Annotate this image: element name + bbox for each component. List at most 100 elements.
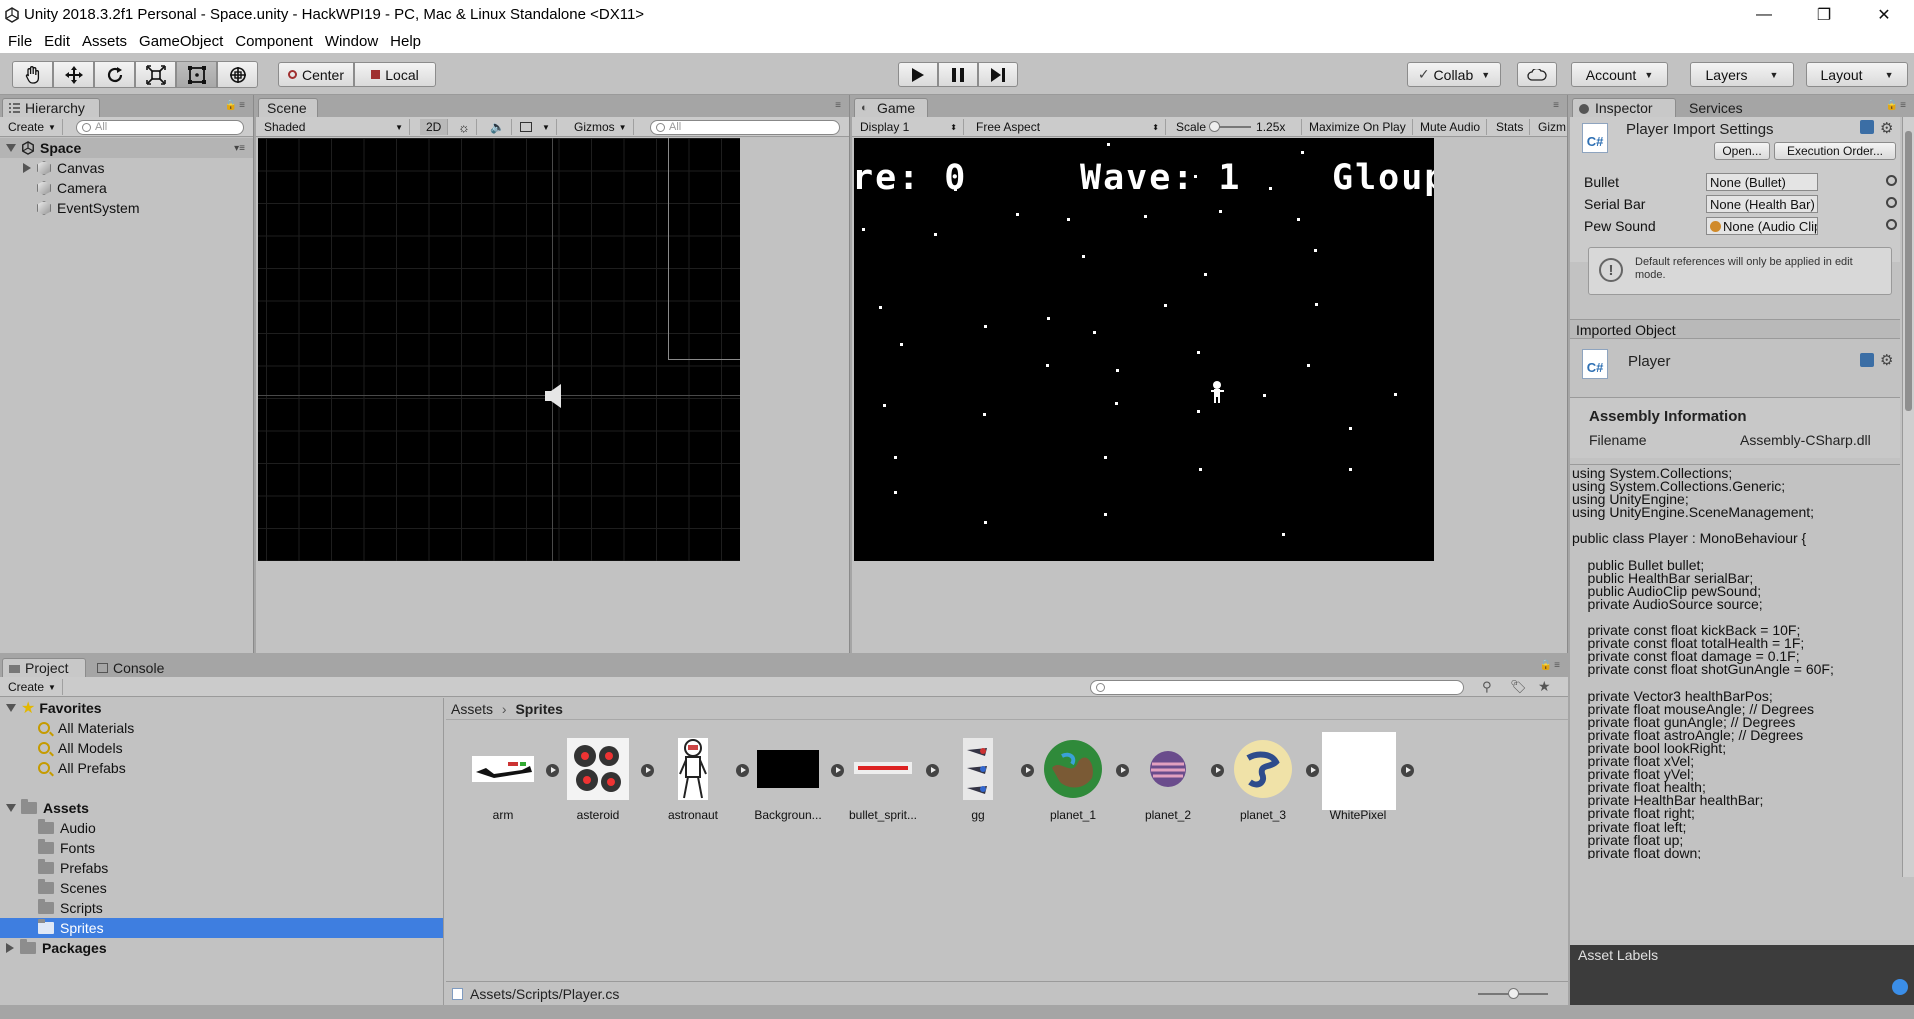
expand-sprite-icon[interactable]: [736, 764, 749, 777]
panel-menu-icon[interactable]: ≡: [835, 100, 843, 111]
scale-tool-button[interactable]: [135, 61, 176, 88]
expand-sprite-icon[interactable]: [1021, 764, 1034, 777]
close-button[interactable]: ✕: [1854, 0, 1914, 29]
breadcrumb-sprites[interactable]: Sprites: [515, 701, 562, 717]
tab-hierarchy[interactable]: Hierarchy: [2, 98, 100, 117]
tab-console[interactable]: Console: [90, 658, 180, 677]
transform-tool-button[interactable]: [217, 61, 258, 88]
gizmos-dropdown[interactable]: Gizmos ▼: [568, 119, 634, 135]
menu-gameobject[interactable]: GameObject: [135, 33, 231, 50]
expand-sprite-icon[interactable]: [1401, 764, 1414, 777]
pew-sound-object-field[interactable]: None (Audio Clip): [1706, 217, 1818, 235]
step-button[interactable]: [978, 62, 1018, 87]
object-picker-icon[interactable]: [1886, 219, 1897, 230]
rotate-tool-button[interactable]: [94, 61, 135, 88]
pause-button[interactable]: [938, 62, 978, 87]
account-dropdown[interactable]: Account ▼: [1571, 62, 1668, 87]
2d-toggle[interactable]: 2D: [420, 119, 449, 135]
object-picker-icon[interactable]: [1886, 175, 1897, 186]
menu-help[interactable]: Help: [386, 33, 429, 50]
hierarchy-search-input[interactable]: All: [76, 120, 244, 135]
favorites-star-icon[interactable]: ★: [1538, 678, 1551, 695]
gear-icon[interactable]: ⚙: [1880, 119, 1893, 137]
help-book-icon[interactable]: [1860, 120, 1874, 134]
folder-scripts[interactable]: Scripts: [0, 898, 443, 918]
shading-mode-dropdown[interactable]: Shaded ▼: [258, 119, 410, 135]
tab-services[interactable]: Services: [1680, 98, 1760, 117]
expand-sprite-icon[interactable]: [1211, 764, 1224, 777]
pivot-local-button[interactable]: Local: [354, 62, 436, 87]
scene-search-input[interactable]: All: [650, 120, 840, 135]
scene-options-icon[interactable]: ▾≡: [234, 143, 245, 154]
layers-dropdown[interactable]: Layers ▼: [1690, 62, 1794, 87]
scale-slider-thumb[interactable]: [1209, 121, 1221, 132]
expand-sprite-icon[interactable]: [546, 764, 559, 777]
tab-project[interactable]: Project: [2, 658, 86, 677]
tab-scene[interactable]: Scene: [258, 98, 318, 117]
bullet-object-field[interactable]: None (Bullet): [1706, 173, 1818, 191]
scene-viewport[interactable]: [258, 138, 740, 561]
folder-fonts[interactable]: Fonts: [0, 838, 443, 858]
assets-root-row[interactable]: Assets: [0, 798, 443, 818]
display-dropdown[interactable]: Display 1 ⬍: [854, 119, 964, 135]
menu-component[interactable]: Component: [231, 33, 321, 50]
favorite-all-models[interactable]: All Models: [0, 738, 443, 758]
scale-slider-track[interactable]: [1209, 121, 1252, 132]
tab-game[interactable]: ◐ Game: [854, 98, 928, 117]
expand-sprite-icon[interactable]: [926, 764, 939, 777]
serial-bar-object-field[interactable]: None (Health Bar): [1706, 195, 1818, 213]
icon-size-slider-thumb[interactable]: [1508, 988, 1519, 999]
pivot-center-button[interactable]: Center: [278, 62, 354, 87]
audio-source-gizmo-icon[interactable]: [542, 382, 566, 410]
mute-audio-toggle[interactable]: Mute Audio: [1414, 119, 1488, 135]
menu-assets[interactable]: Assets: [78, 33, 135, 50]
game-viewport[interactable]: re: 0 Wave: 1 Gloups Left: [854, 138, 1434, 561]
play-button[interactable]: [898, 62, 938, 87]
folder-audio[interactable]: Audio: [0, 818, 443, 838]
scrollbar-thumb[interactable]: [1905, 131, 1912, 411]
object-picker-icon[interactable]: [1886, 197, 1897, 208]
expand-sprite-icon[interactable]: [1116, 764, 1129, 777]
open-button[interactable]: Open...: [1714, 142, 1770, 160]
cloud-button[interactable]: [1517, 62, 1557, 87]
favorite-all-prefabs[interactable]: All Prefabs: [0, 758, 443, 778]
scene-row[interactable]: Space ▾≡: [0, 138, 253, 158]
menu-edit[interactable]: Edit: [40, 33, 78, 50]
rect-tool-button[interactable]: [176, 61, 217, 88]
inspector-scrollbar[interactable]: [1902, 117, 1914, 877]
tab-inspector[interactable]: Inspector: [1572, 98, 1676, 117]
scene-lighting-toggle[interactable]: ☼: [452, 119, 477, 135]
execution-order-button[interactable]: Execution Order...: [1774, 142, 1896, 160]
hierarchy-item-eventsystem[interactable]: EventSystem: [0, 198, 253, 218]
hierarchy-create-button[interactable]: Create ▼: [2, 119, 63, 135]
panel-menu-icon[interactable]: 🔒≡: [1886, 100, 1908, 111]
gear-icon[interactable]: ⚙: [1880, 351, 1893, 369]
menu-window[interactable]: Window: [321, 33, 386, 50]
scene-effects-dropdown[interactable]: ▼: [514, 119, 557, 135]
favorite-all-materials[interactable]: All Materials: [0, 718, 443, 738]
expand-sprite-icon[interactable]: [1306, 764, 1319, 777]
restore-button[interactable]: ❐: [1794, 0, 1854, 29]
folder-scenes[interactable]: Scenes: [0, 878, 443, 898]
panel-menu-icon[interactable]: 🔒≡: [1540, 660, 1562, 671]
favorites-row[interactable]: ★ Favorites: [0, 698, 443, 718]
breadcrumb-assets[interactable]: Assets: [451, 701, 493, 717]
maximize-on-play-toggle[interactable]: Maximize On Play: [1303, 119, 1413, 135]
packages-row[interactable]: Packages: [0, 938, 443, 958]
collab-dropdown[interactable]: ✓ Collab ▼: [1407, 62, 1501, 87]
scene-audio-toggle[interactable]: 🔈: [484, 119, 512, 135]
panel-menu-icon[interactable]: 🔒≡: [225, 100, 247, 111]
project-search-input[interactable]: [1090, 680, 1464, 695]
game-gizmos-dropdown[interactable]: Gizm: [1532, 119, 1572, 135]
minimize-button[interactable]: —: [1734, 0, 1794, 29]
label-tag-icon[interactable]: [1892, 979, 1908, 995]
layout-dropdown[interactable]: Layout ▼: [1806, 62, 1908, 87]
expand-sprite-icon[interactable]: [641, 764, 654, 777]
project-create-button[interactable]: Create ▼: [2, 679, 63, 695]
expand-sprite-icon[interactable]: [831, 764, 844, 777]
folder-sprites[interactable]: Sprites: [0, 918, 443, 938]
hand-tool-button[interactable]: [12, 61, 53, 88]
help-book-icon[interactable]: [1860, 353, 1874, 367]
aspect-dropdown[interactable]: Free Aspect ⬍: [970, 119, 1166, 135]
hierarchy-item-canvas[interactable]: Canvas: [0, 158, 253, 178]
